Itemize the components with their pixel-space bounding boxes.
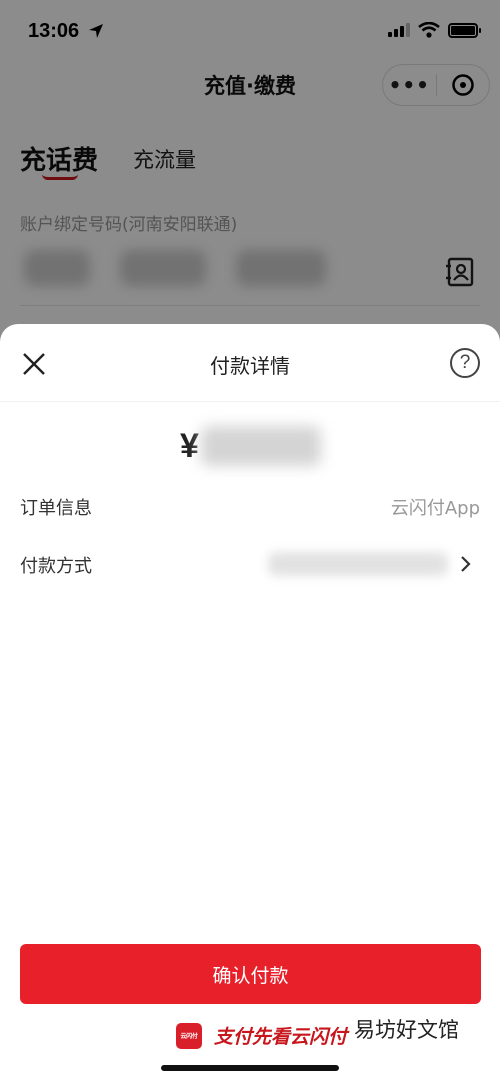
sheet-header: 付款详情 ? (0, 324, 500, 402)
payment-amount: ¥ (180, 422, 321, 470)
brand-footer: 云闪付 支付先看云闪付 (176, 1022, 347, 1049)
help-icon[interactable]: ? (450, 348, 480, 378)
chevron-right-icon (461, 556, 471, 572)
unionpay-quickpass-logo: 云闪付 (176, 1022, 202, 1049)
watermark: 易坊好文馆 (354, 1018, 459, 1042)
currency-symbol: ¥ (180, 426, 199, 465)
order-info-label: 订单信息 (20, 498, 92, 519)
payment-details-sheet: 付款详情 ? ¥ 订单信息 云闪付App 付款方式 确认付款 云闪付 支付先看云… (0, 324, 500, 1082)
confirm-payment-button[interactable]: 确认付款 (20, 944, 481, 1004)
payment-method-redacted (268, 552, 448, 576)
sheet-title: 付款详情 (210, 354, 290, 378)
order-info-value: 云闪付App (390, 498, 480, 519)
amount-redacted (200, 426, 321, 466)
home-indicator[interactable] (161, 1065, 339, 1071)
brand-slogan: 支付先看云闪付 (214, 1026, 348, 1048)
payment-method-row[interactable]: 付款方式 (0, 544, 500, 584)
order-info-row: 订单信息 云闪付App (0, 486, 500, 526)
payment-method-label: 付款方式 (20, 556, 92, 577)
